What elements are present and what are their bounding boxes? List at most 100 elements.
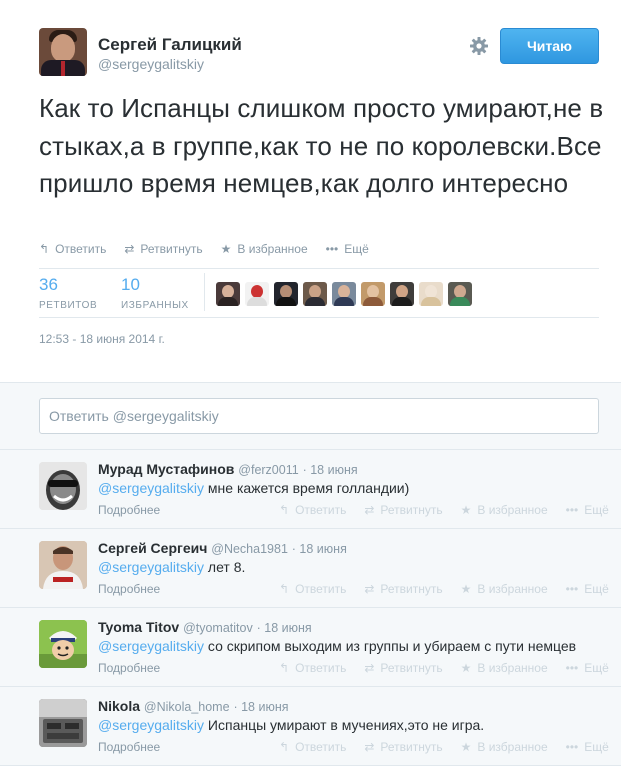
- avatar[interactable]: [274, 282, 298, 306]
- more-action[interactable]: ••• Ещё: [326, 242, 369, 256]
- following-button[interactable]: Читаю: [500, 28, 599, 64]
- reply-input[interactable]: Ответить @sergeygalitskiy: [39, 398, 599, 434]
- avatar[interactable]: [245, 282, 269, 306]
- tweet-actions: ↰ Ответить ⇄ Ретвитнуть ★ В избранное ••…: [39, 241, 387, 257]
- retweets-stat[interactable]: 36 РЕТВИТОВ: [39, 275, 97, 311]
- reply-username: @Necha1981: [211, 542, 288, 556]
- retweet-action[interactable]: ⇄ Ретвитнуть: [364, 740, 442, 754]
- reply-author[interactable]: Tyoma Titov @tyomatitov · 18 июня: [98, 619, 312, 635]
- details-link[interactable]: Подробнее: [98, 661, 160, 675]
- retweet-action[interactable]: ⇄ Ретвитнуть: [124, 242, 202, 256]
- reply-username: @ferz0011: [238, 463, 299, 477]
- more-label: Ещё: [584, 661, 609, 675]
- more-action[interactable]: ••• Ещё: [566, 503, 609, 517]
- avatar[interactable]: [39, 541, 87, 589]
- avatar[interactable]: [39, 462, 87, 510]
- mention-link[interactable]: @sergeygalitskiy: [98, 717, 204, 733]
- reply-action[interactable]: ↰ Ответить: [39, 242, 106, 256]
- reply-author[interactable]: Мурад Мустафинов @ferz0011 · 18 июня: [98, 461, 358, 477]
- favorite-action[interactable]: ★ В избранное: [221, 242, 308, 256]
- retweet-icon: ⇄: [364, 661, 375, 675]
- favoriters-avatars: [216, 282, 477, 306]
- reply-date: · 18 июня: [302, 463, 358, 477]
- favorite-label: В избранное: [237, 242, 308, 256]
- retweets-count: 36: [39, 275, 58, 294]
- reply-date: · 18 июня: [233, 700, 289, 714]
- reply-label: Ответить: [295, 661, 347, 675]
- tweet-text: Как то Испанцы слишком просто умирают,не…: [39, 93, 604, 198]
- more-action[interactable]: ••• Ещё: [566, 740, 609, 754]
- details-link[interactable]: Подробнее: [98, 740, 160, 754]
- avatar[interactable]: [216, 282, 240, 306]
- reply-fullname: Сергей Сергеич: [98, 540, 208, 556]
- avatar[interactable]: [39, 699, 87, 747]
- reply-icon: ↰: [279, 661, 290, 675]
- retweet-label: Ретвитнуть: [380, 740, 443, 754]
- gear-icon[interactable]: [469, 36, 489, 56]
- avatar[interactable]: [390, 282, 414, 306]
- favorite-action[interactable]: ★ В избранное: [461, 582, 548, 596]
- retweet-icon: ⇄: [364, 740, 375, 754]
- reply-action[interactable]: ↰ Ответить: [279, 582, 346, 596]
- reply-body: лет 8.: [204, 559, 246, 575]
- reply-fullname: Nikola: [98, 698, 141, 714]
- reply-action[interactable]: ↰ Ответить: [279, 503, 346, 517]
- avatar[interactable]: [303, 282, 327, 306]
- more-action[interactable]: ••• Ещё: [566, 661, 609, 675]
- avatar[interactable]: [361, 282, 385, 306]
- divider: [204, 273, 205, 311]
- favorite-label: В избранное: [477, 582, 548, 596]
- favorite-label: В избранное: [477, 661, 548, 675]
- retweet-action[interactable]: ⇄ Ретвитнуть: [364, 661, 442, 675]
- favorite-action[interactable]: ★ В избранное: [461, 740, 548, 754]
- reply-text: @sergeygalitskiy лет 8.: [98, 559, 245, 575]
- retweet-label: Ретвитнуть: [380, 582, 443, 596]
- star-icon: ★: [220, 242, 232, 256]
- more-dots-icon: •••: [565, 582, 579, 596]
- reply-author[interactable]: Nikola @Nikola_home · 18 июня: [98, 698, 289, 714]
- avatar[interactable]: [39, 620, 87, 668]
- list-item[interactable]: Мурад Мустафинов @ferz0011 · 18 июня @se…: [0, 450, 621, 529]
- retweet-label: Ретвитнуть: [140, 242, 203, 256]
- more-dots-icon: •••: [565, 740, 579, 754]
- reply-action[interactable]: ↰ Ответить: [279, 661, 346, 675]
- reply-text: @sergeygalitskiy мне кажется время голла…: [98, 480, 409, 496]
- reply-username: @Nikola_home: [143, 700, 230, 714]
- retweet-icon: ⇄: [364, 503, 375, 517]
- divider: [39, 317, 599, 318]
- star-icon: ★: [460, 740, 472, 754]
- favorite-action[interactable]: ★ В избранное: [461, 661, 548, 675]
- author-avatar[interactable]: [39, 28, 87, 76]
- retweet-action[interactable]: ⇄ Ретвитнуть: [364, 582, 442, 596]
- mention-link[interactable]: @sergeygalitskiy: [98, 559, 204, 575]
- favorite-action[interactable]: ★ В избранное: [461, 503, 548, 517]
- more-label: Ещё: [344, 242, 369, 256]
- details-link[interactable]: Подробнее: [98, 503, 160, 517]
- author-fullname[interactable]: Сергей Галицкий: [98, 35, 242, 55]
- avatar[interactable]: [448, 282, 472, 306]
- reply-icon: ↰: [39, 242, 50, 256]
- more-dots-icon: •••: [325, 242, 339, 256]
- avatar[interactable]: [332, 282, 356, 306]
- author-username[interactable]: @sergeygalitskiy: [98, 56, 204, 72]
- retweet-label: Ретвитнуть: [380, 661, 443, 675]
- reply-date: · 18 июня: [291, 542, 347, 556]
- details-link[interactable]: Подробнее: [98, 582, 160, 596]
- favorites-stat[interactable]: 10 ИЗБРАННЫХ: [121, 275, 189, 311]
- list-item[interactable]: Tyoma Titov @tyomatitov · 18 июня @serge…: [0, 608, 621, 687]
- list-item[interactable]: Nikola @Nikola_home · 18 июня @sergeygal…: [0, 687, 621, 766]
- mention-link[interactable]: @sergeygalitskiy: [98, 480, 204, 496]
- retweet-action[interactable]: ⇄ Ретвитнуть: [364, 503, 442, 517]
- reply-action[interactable]: ↰ Ответить: [279, 740, 346, 754]
- avatar[interactable]: [419, 282, 443, 306]
- retweet-icon: ⇄: [124, 242, 135, 256]
- reply-author[interactable]: Сергей Сергеич @Necha1981 · 18 июня: [98, 540, 347, 556]
- list-item[interactable]: Сергей Сергеич @Necha1981 · 18 июня @ser…: [0, 529, 621, 608]
- mention-link[interactable]: @sergeygalitskiy: [98, 638, 204, 654]
- reply-icon: ↰: [279, 503, 290, 517]
- reply-text: @sergeygalitskiy Испанцы умирают в мучен…: [98, 717, 484, 733]
- reply-actions: ↰ Ответить ⇄ Ретвитнуть ★ В избранное ••• Ещ…: [279, 740, 609, 754]
- reply-date: · 18 июня: [256, 621, 312, 635]
- reply-icon: ↰: [279, 582, 290, 596]
- more-action[interactable]: ••• Ещё: [566, 582, 609, 596]
